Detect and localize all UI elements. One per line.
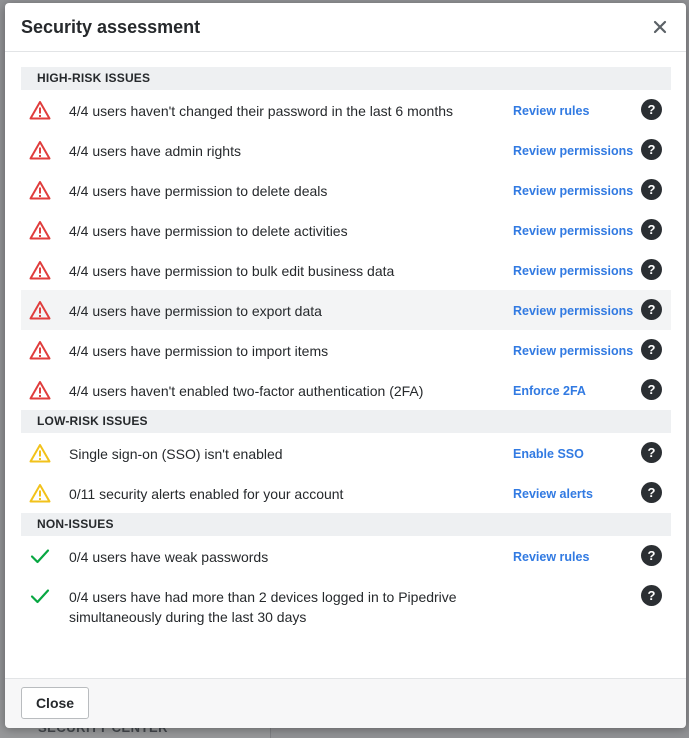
review-permissions-link[interactable]: Review permissions (513, 261, 633, 281)
issue-text: 4/4 users haven't enabled two-factor aut… (69, 383, 424, 399)
question-circle-icon[interactable]: ? (641, 99, 662, 120)
warning-triangle-yellow-icon (29, 443, 51, 463)
question-circle-icon[interactable]: ? (641, 299, 662, 320)
question-circle-icon[interactable]: ? (641, 379, 662, 400)
close-x-icon[interactable] (648, 15, 672, 39)
enforce-2fa-link[interactable]: Enforce 2FA (513, 381, 586, 401)
warning-triangle-red-icon (29, 140, 51, 160)
dialog-footer: Close (5, 678, 686, 728)
warning-triangle-red-icon (29, 380, 51, 400)
issue-row: 0/4 users have had more than 2 devices l… (21, 576, 671, 634)
question-circle-icon[interactable]: ? (641, 139, 662, 160)
question-circle-icon[interactable]: ? (641, 442, 662, 463)
question-circle-icon[interactable]: ? (641, 259, 662, 280)
warning-triangle-red-icon (29, 100, 51, 120)
issue-text: 4/4 users have admin rights (69, 143, 241, 159)
issue-text: Single sign-on (SSO) isn't enabled (69, 446, 283, 462)
section-header-low-risk: LOW-RISK ISSUES (21, 410, 671, 433)
question-circle-icon[interactable]: ? (641, 339, 662, 360)
issue-text: 4/4 users have permission to delete deal… (69, 183, 328, 199)
issue-text: 4/4 users haven't changed their password… (69, 103, 454, 119)
review-permissions-link[interactable]: Review permissions (513, 221, 633, 241)
assessment-list: HIGH-RISK ISSUES 4/4 users haven't chang… (21, 67, 671, 634)
review-rules-link[interactable]: Review rules (513, 101, 589, 121)
issue-row: 4/4 users haven't enabled two-factor aut… (21, 370, 671, 410)
issue-text: 0/4 users have had more than 2 devices l… (69, 589, 457, 625)
issue-text: 4/4 users have permission to delete acti… (69, 223, 348, 239)
issue-text: 0/4 users have weak passwords (69, 549, 269, 565)
dialog-title: Security assessment (21, 17, 201, 37)
question-circle-icon[interactable]: ? (641, 179, 662, 200)
question-circle-icon[interactable]: ? (641, 585, 662, 606)
review-permissions-link[interactable]: Review permissions (513, 341, 633, 361)
question-circle-icon[interactable]: ? (641, 482, 662, 503)
issue-row: 4/4 users have permission to import item… (21, 330, 671, 370)
warning-triangle-yellow-icon (29, 483, 51, 503)
section-header-high-risk: HIGH-RISK ISSUES (21, 67, 671, 90)
issue-row: 0/4 users have weak passwords Review rul… (21, 536, 671, 576)
issue-row: 0/11 security alerts enabled for your ac… (21, 473, 671, 513)
warning-triangle-red-icon (29, 220, 51, 240)
review-permissions-link[interactable]: Review permissions (513, 181, 633, 201)
issue-row: 4/4 users have permission to bulk edit b… (21, 250, 671, 290)
question-circle-icon[interactable]: ? (641, 219, 662, 240)
review-rules-link[interactable]: Review rules (513, 547, 589, 567)
security-assessment-dialog: Security assessment HIGH-RISK ISSUES 4/4… (5, 3, 686, 728)
checkmark-green-icon (29, 586, 51, 606)
close-button[interactable]: Close (21, 687, 89, 719)
issue-row: 4/4 users have permission to delete acti… (21, 210, 671, 250)
warning-triangle-red-icon (29, 180, 51, 200)
question-circle-icon[interactable]: ? (641, 545, 662, 566)
issue-row: 4/4 users have permission to delete deal… (21, 170, 671, 210)
review-permissions-link[interactable]: Review permissions (513, 301, 633, 321)
issue-row: 4/4 users have admin rights Review permi… (21, 130, 671, 170)
issue-text: 4/4 users have permission to import item… (69, 343, 329, 359)
section-header-non-issues: NON-ISSUES (21, 513, 671, 536)
checkmark-green-icon (29, 546, 51, 566)
issue-row: Single sign-on (SSO) isn't enabled Enabl… (21, 433, 671, 473)
review-permissions-link[interactable]: Review permissions (513, 141, 633, 161)
issue-row: 4/4 users have permission to export data… (21, 290, 671, 330)
dialog-header: Security assessment (5, 3, 686, 52)
issue-row: 4/4 users haven't changed their password… (21, 90, 671, 130)
review-alerts-link[interactable]: Review alerts (513, 484, 593, 504)
warning-triangle-red-icon (29, 340, 51, 360)
issue-text: 4/4 users have permission to bulk edit b… (69, 263, 395, 279)
warning-triangle-red-icon (29, 260, 51, 280)
enable-sso-link[interactable]: Enable SSO (513, 444, 584, 464)
warning-triangle-red-icon (29, 300, 51, 320)
issue-text: 4/4 users have permission to export data (69, 303, 322, 319)
issue-text: 0/11 security alerts enabled for your ac… (69, 486, 344, 502)
